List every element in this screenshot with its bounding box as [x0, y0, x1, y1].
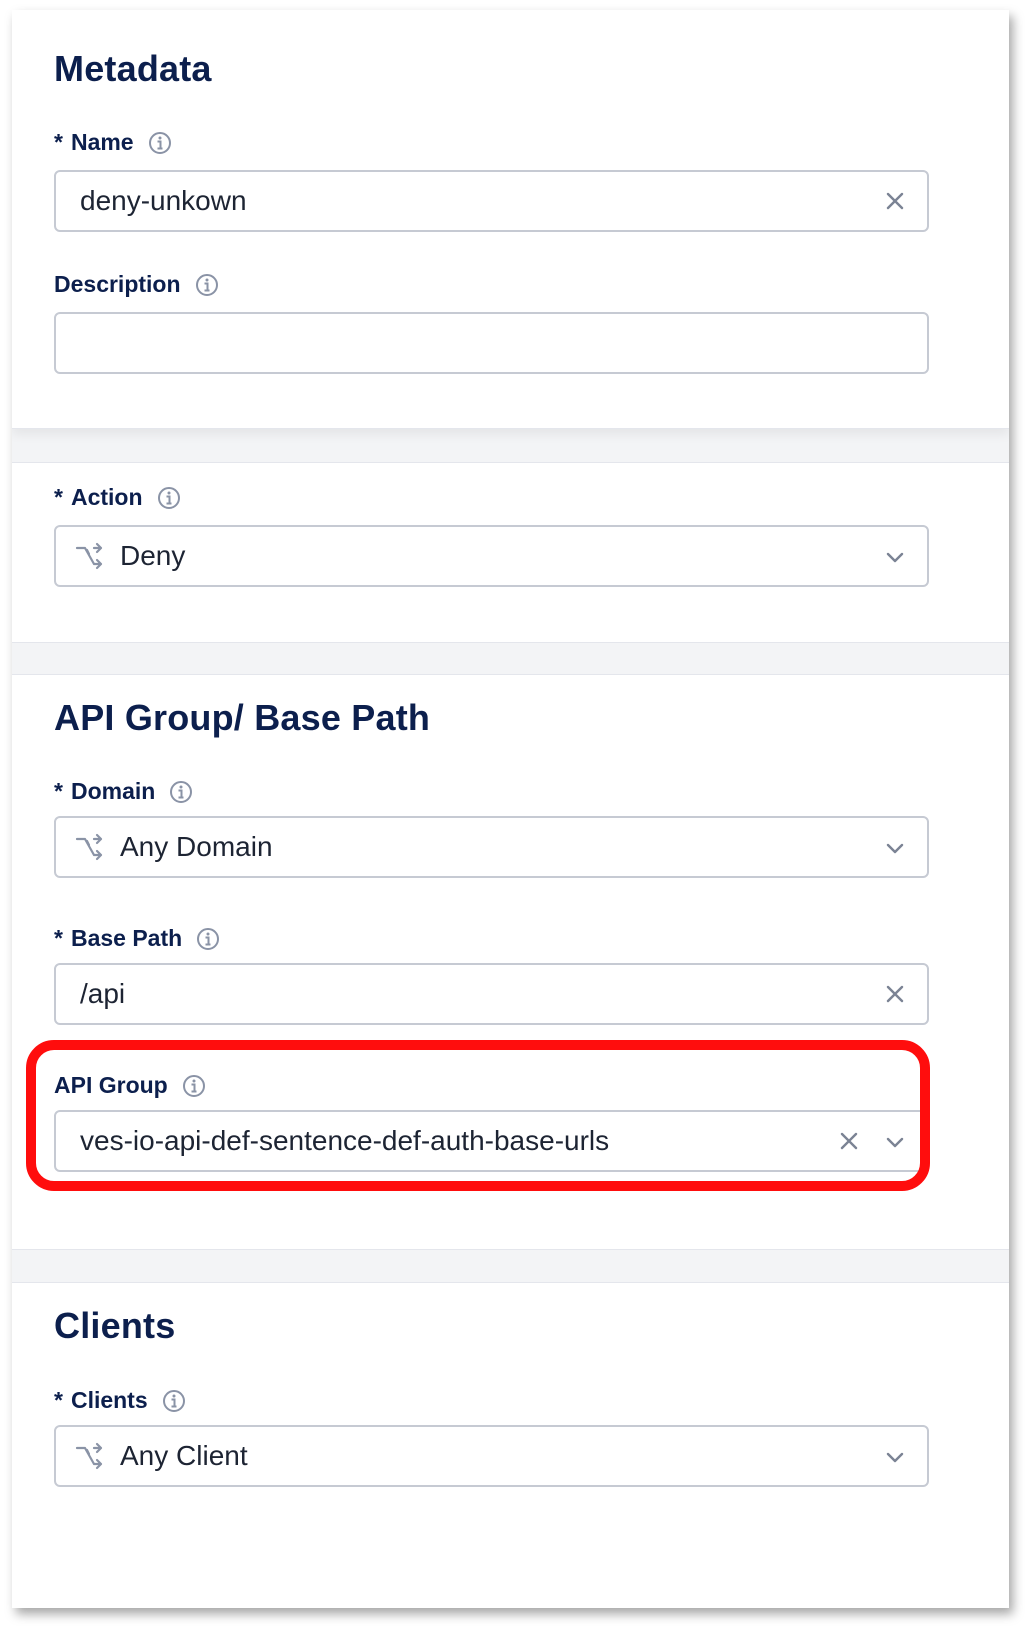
api-group-label-text: API Group	[54, 1072, 168, 1098]
close-icon[interactable]	[885, 191, 905, 211]
domain-select-value[interactable]: Any Domain	[120, 831, 273, 863]
switch-arrows-icon	[74, 1442, 104, 1472]
description-input[interactable]	[54, 312, 929, 374]
metadata-card: Metadata * Name deny-unkown Description	[12, 10, 1009, 429]
chevron-down-icon[interactable]	[885, 1133, 905, 1151]
switch-arrows-icon	[74, 833, 104, 863]
required-marker: *	[54, 778, 63, 804]
action-label: * Action	[54, 484, 181, 511]
description-label: Description	[54, 271, 219, 298]
chevron-down-icon[interactable]	[885, 548, 905, 566]
base-path-input[interactable]: /api	[54, 963, 929, 1025]
chevron-down-icon[interactable]	[885, 1448, 905, 1466]
name-label-text: Name	[70, 129, 134, 155]
required-marker: *	[54, 129, 63, 155]
required-marker: *	[54, 484, 63, 510]
name-input[interactable]: deny-unkown	[54, 170, 929, 232]
form-frame: Metadata * Name deny-unkown Description	[12, 10, 1009, 1608]
action-card: * Action Deny	[12, 462, 1009, 643]
switch-arrows-icon	[74, 542, 104, 572]
clients-title: Clients	[54, 1305, 176, 1346]
info-icon[interactable]	[157, 486, 181, 510]
base-path-label-text: Base Path	[70, 925, 183, 951]
info-icon[interactable]	[169, 780, 193, 804]
close-icon[interactable]	[885, 984, 905, 1004]
info-icon[interactable]	[148, 131, 172, 155]
close-icon[interactable]	[839, 1131, 859, 1151]
api-group-card: API Group/ Base Path * Domain Any Domain…	[12, 674, 1009, 1250]
clients-select[interactable]: Any Client	[54, 1425, 929, 1487]
description-label-text: Description	[54, 271, 181, 297]
chevron-down-icon[interactable]	[885, 839, 905, 857]
required-marker: *	[54, 925, 63, 951]
clients-label-text: Clients	[70, 1387, 148, 1413]
api-group-select[interactable]: ves-io-api-def-sentence-def-auth-base-ur…	[54, 1110, 929, 1172]
info-icon[interactable]	[195, 273, 219, 297]
clients-select-value[interactable]: Any Client	[120, 1440, 248, 1472]
action-select-value[interactable]: Deny	[120, 540, 185, 572]
api-group-label: API Group	[54, 1072, 206, 1099]
domain-select[interactable]: Any Domain	[54, 816, 929, 878]
action-select[interactable]: Deny	[54, 525, 929, 587]
action-label-text: Action	[70, 484, 143, 510]
api-group-section-title: API Group/ Base Path	[54, 697, 431, 738]
info-icon[interactable]	[182, 1074, 206, 1098]
metadata-title: Metadata	[54, 48, 212, 89]
base-path-label: * Base Path	[54, 925, 220, 952]
clients-label: * Clients	[54, 1387, 186, 1414]
domain-label-text: Domain	[70, 778, 156, 804]
base-path-input-value[interactable]: /api	[80, 978, 125, 1010]
required-marker: *	[54, 1387, 63, 1413]
clients-card: Clients * Clients Any Client	[12, 1282, 1009, 1608]
info-icon[interactable]	[162, 1389, 186, 1413]
name-input-value[interactable]: deny-unkown	[80, 185, 247, 217]
domain-label: * Domain	[54, 778, 193, 805]
api-group-select-value[interactable]: ves-io-api-def-sentence-def-auth-base-ur…	[80, 1125, 609, 1157]
info-icon[interactable]	[196, 927, 220, 951]
name-label: * Name	[54, 129, 172, 156]
